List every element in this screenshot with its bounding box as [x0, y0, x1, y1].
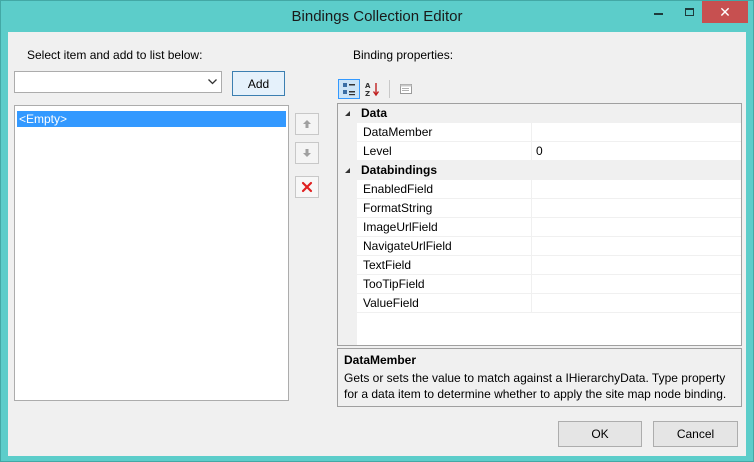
- delete-button[interactable]: [295, 176, 319, 198]
- alphabetical-button[interactable]: A Z: [362, 79, 384, 99]
- collapse-icon[interactable]: [338, 104, 357, 123]
- categorized-icon: [343, 83, 355, 96]
- item-type-combo[interactable]: [14, 71, 222, 93]
- move-up-button[interactable]: [295, 113, 319, 135]
- minimize-icon: [653, 13, 663, 15]
- arrow-up-icon: [303, 120, 311, 128]
- category-databindings[interactable]: Databindings: [338, 161, 741, 180]
- row-margin: [338, 142, 357, 161]
- property-value[interactable]: [532, 275, 741, 294]
- add-button[interactable]: Add: [232, 71, 285, 96]
- row-margin: [338, 218, 357, 237]
- property-value[interactable]: [532, 294, 741, 313]
- svg-text:Z: Z: [365, 90, 370, 97]
- property-pages-icon: [400, 84, 412, 94]
- property-grid[interactable]: Data DataMember Level 0 Databindings Ena…: [337, 103, 742, 346]
- property-value[interactable]: [532, 180, 741, 199]
- dialog-body: Select item and add to list below: Add <…: [8, 32, 746, 456]
- alphabetical-icon: A Z: [365, 82, 380, 97]
- property-name: FormatString: [357, 199, 532, 218]
- help-panel: DataMember Gets or sets the value to mat…: [337, 348, 742, 407]
- property-name: ValueField: [357, 294, 532, 313]
- property-row[interactable]: TooTipField: [338, 275, 741, 294]
- cancel-button-label: Cancel: [676, 427, 715, 441]
- bindings-list[interactable]: <Empty>: [14, 105, 289, 401]
- title-bar: Bindings Collection Editor ✕: [1, 1, 753, 32]
- property-name: Level: [357, 142, 532, 161]
- dialog-window: Bindings Collection Editor ✕ Select item…: [0, 0, 754, 462]
- help-title: DataMember: [344, 353, 417, 367]
- help-text: Gets or sets the value to match against …: [344, 371, 727, 401]
- category-name: Data: [357, 104, 741, 123]
- property-value[interactable]: [532, 237, 741, 256]
- row-margin: [338, 256, 357, 275]
- ok-button-label: OK: [591, 427, 609, 441]
- category-name: Databindings: [357, 161, 741, 180]
- add-button-label: Add: [247, 76, 270, 91]
- move-down-button[interactable]: [295, 142, 319, 164]
- select-item-label: Select item and add to list below:: [27, 48, 203, 62]
- collapse-icon[interactable]: [338, 161, 357, 180]
- close-button[interactable]: ✕: [702, 1, 748, 23]
- property-name: DataMember: [357, 123, 532, 142]
- cancel-button[interactable]: Cancel: [653, 421, 738, 447]
- categorized-button[interactable]: [338, 79, 360, 99]
- row-margin: [338, 199, 357, 218]
- property-value[interactable]: [532, 123, 741, 142]
- property-name: ImageUrlField: [357, 218, 532, 237]
- row-margin: [338, 237, 357, 256]
- property-value[interactable]: [532, 199, 741, 218]
- maximize-icon: [684, 8, 694, 16]
- property-name: NavigateUrlField: [357, 237, 532, 256]
- property-pages-button[interactable]: [395, 79, 417, 99]
- chevron-down-icon: [206, 76, 218, 88]
- svg-text:A: A: [365, 82, 371, 90]
- property-row[interactable]: NavigateUrlField: [338, 237, 741, 256]
- property-row[interactable]: DataMember: [338, 123, 741, 142]
- list-item[interactable]: <Empty>: [17, 111, 286, 127]
- property-value[interactable]: 0: [532, 142, 741, 161]
- row-margin: [338, 294, 357, 313]
- property-name: TooTipField: [357, 275, 532, 294]
- arrow-down-icon: [303, 149, 311, 157]
- property-row[interactable]: EnabledField: [338, 180, 741, 199]
- property-value[interactable]: [532, 256, 741, 275]
- property-row[interactable]: TextField: [338, 256, 741, 275]
- toolbar-separator: [389, 80, 390, 98]
- maximize-button[interactable]: [675, 1, 703, 23]
- property-value[interactable]: [532, 218, 741, 237]
- property-row[interactable]: FormatString: [338, 199, 741, 218]
- property-row[interactable]: ImageUrlField: [338, 218, 741, 237]
- row-margin: [338, 275, 357, 294]
- property-name: EnabledField: [357, 180, 532, 199]
- category-data[interactable]: Data: [338, 104, 741, 123]
- ok-button[interactable]: OK: [558, 421, 642, 447]
- minimize-button[interactable]: [641, 1, 675, 23]
- binding-properties-label: Binding properties:: [353, 48, 454, 62]
- property-name: TextField: [357, 256, 532, 275]
- property-grid-toolbar: A Z: [337, 77, 741, 101]
- row-margin: [338, 123, 357, 142]
- close-icon: ✕: [719, 3, 731, 20]
- row-margin: [338, 180, 357, 199]
- property-row[interactable]: Level 0: [338, 142, 741, 161]
- property-row[interactable]: ValueField: [338, 294, 741, 313]
- grid-margin: [338, 313, 357, 345]
- delete-icon: [301, 181, 313, 193]
